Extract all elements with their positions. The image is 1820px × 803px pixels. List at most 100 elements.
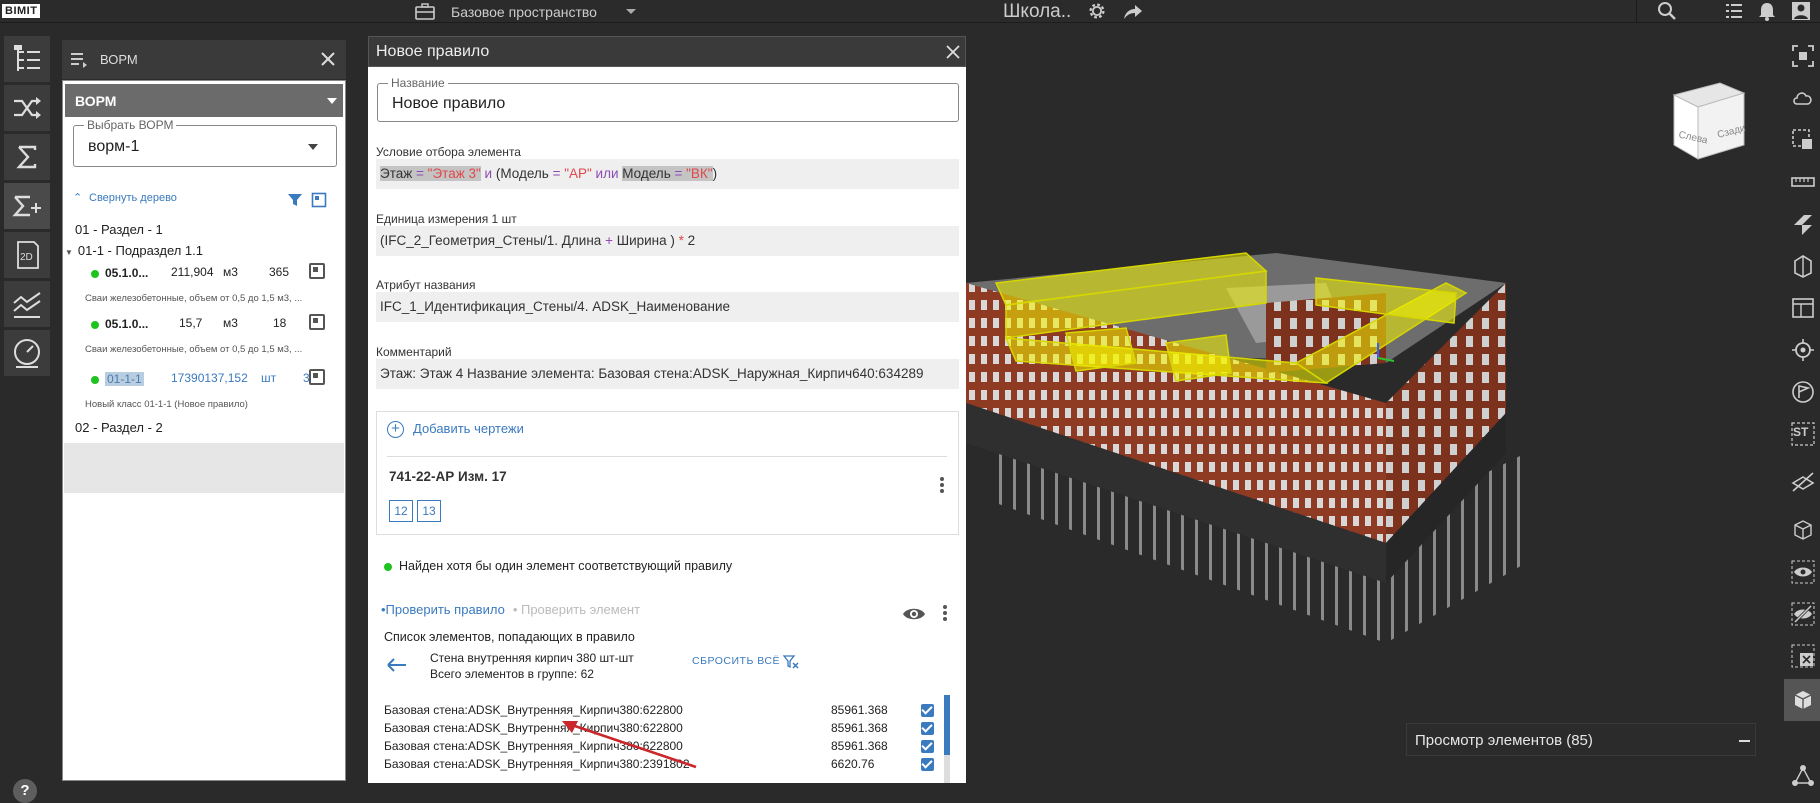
shuffle-tool[interactable] [4,85,50,131]
tree-subsection[interactable]: ▼ 01-1 - Подраздел 1.1 [65,243,203,258]
condition-label: Условие отбора элемента [376,145,521,159]
notifications-icon[interactable] [1756,0,1778,22]
close-icon[interactable] [318,49,338,69]
cond-value: "Этаж 3" [427,166,481,181]
gauge-tool[interactable] [4,330,50,376]
2d-tool[interactable]: 2D [4,232,50,278]
list-menu-icon [71,53,87,68]
status-dot [91,375,99,384]
view-cube[interactable]: Слева Сзади [1666,79,1750,183]
row-select-icon[interactable] [309,369,325,385]
flag-icon[interactable] [1790,379,1816,405]
element-checkbox[interactable] [921,722,934,735]
tab-check-element[interactable]: • Проверить элемент [513,602,640,617]
sheet-button[interactable]: 12 [389,500,413,522]
hide-eye-icon[interactable] [1790,601,1816,627]
network-icon[interactable] [1790,763,1816,789]
vorm-panel-title: ВОРМ [100,52,138,67]
chevron-down-icon[interactable] [622,4,640,18]
user-icon[interactable] [1790,0,1812,22]
sum-tool[interactable] [4,134,50,180]
ruler-icon[interactable] [1790,169,1816,195]
tree-section-2[interactable]: 02 - Раздел - 2 [75,420,163,435]
left-toolbar: 2D ? [0,23,56,803]
add-drawings-button[interactable]: + Добавить чертежи [387,421,524,439]
element-value: 85961.368 [831,721,888,735]
floor-plan-icon[interactable] [1790,295,1816,321]
chevron-down-icon [327,98,337,104]
element-value: 6620.76 [831,757,875,771]
more-vertical-icon[interactable] [942,604,948,622]
clear-filter-icon[interactable] [782,654,800,670]
cond-token: Этаж [380,166,413,181]
share-icon[interactable] [1121,1,1145,23]
isolate-icon[interactable] [1790,643,1816,669]
arrow-left-icon[interactable] [386,657,408,673]
tree-row-code[interactable]: 05.1.0... [91,266,148,280]
building-model[interactable] [966,243,1566,673]
cube-outline-icon[interactable] [1790,517,1816,543]
rule-name-field[interactable]: Название Новое правило [377,76,959,122]
minimize-icon[interactable] [1739,740,1750,742]
panel-toggle-icon[interactable] [311,192,327,208]
section-text-icon[interactable]: ST [1790,421,1816,447]
help-button[interactable]: ? [13,779,37,803]
chart-tool[interactable] [4,281,50,327]
tree-structure-tool[interactable] [4,36,50,82]
section-box-icon[interactable] [1790,253,1816,279]
sigma-icon [16,145,37,169]
vorm-select[interactable]: Выбрать ВОРМ ворм-1 [73,118,337,167]
row-select-icon[interactable] [309,263,325,279]
search-icon[interactable] [1656,0,1678,22]
space-selector[interactable]: Базовое пространство [451,4,597,20]
select-area-icon[interactable] [1790,127,1816,153]
cloud-icon[interactable] [1790,85,1816,111]
element-checkbox[interactable] [921,758,934,771]
row-select-icon[interactable] [309,314,325,330]
sheet-button[interactable]: 13 [417,500,441,522]
row-code-text: 05.1.0... [105,266,149,280]
formula-part: Ширина ) [612,233,679,248]
fit-view-icon[interactable] [1790,43,1816,69]
element-checkbox[interactable] [921,704,934,717]
row-value: 211,904 [171,265,214,279]
elements-view-tool[interactable] [1784,679,1820,721]
tab-check-rule[interactable]: •Проверить правило [381,602,505,617]
rule-dialog-header: Новое правило [368,36,966,67]
gear-icon[interactable] [1085,0,1109,22]
row-value: 15,7 [179,316,203,330]
reset-all-button[interactable]: СБРОСИТЬ ВСЁ [692,655,780,667]
tree-row-code[interactable]: 01-1-1 [91,372,144,386]
more-vertical-icon[interactable] [939,476,945,494]
scrollbar-thumb[interactable] [944,695,950,755]
row-description: Сваи железобетонные, объем от 0,5 до 1,5… [85,293,303,304]
unit-label: Единица измерения 1 шт [376,212,517,226]
target-icon[interactable] [1790,337,1816,363]
close-icon[interactable] [944,43,962,61]
tree-section-1[interactable]: 01 - Раздел - 1 [75,222,163,237]
eye-icon[interactable] [902,605,926,623]
condition-field[interactable]: Этаж = "Этаж 3" и (Модель = "АР" или Мод… [376,159,959,189]
unit-formula-field[interactable]: (IFC_2_Геометрия_Стены/1. Длина + Ширина… [376,226,959,256]
shuffle-icon [14,97,41,119]
vorm-dropdown-bar[interactable]: ВОРМ [65,84,343,117]
formula-part: 2 [683,233,696,248]
sum-plus-tool[interactable] [4,183,50,229]
list-icon[interactable] [1723,0,1745,22]
section-plane-icon[interactable] [1790,211,1816,237]
3d-viewport[interactable]: Слева Сзади [966,23,1784,793]
comment-field[interactable]: Этаж: Этаж 4 Название элемента: Базовая … [376,359,959,389]
group-count: Всего элементов в группе: 62 [430,667,594,681]
collapse-tree-button[interactable]: ⌃ Свернуть дерево [73,191,177,204]
show-eye-icon[interactable] [1790,559,1816,585]
tree-row-selected[interactable] [64,443,344,493]
briefcase-icon[interactable] [414,2,436,21]
element-checkbox[interactable] [921,740,934,753]
formula-part: (IFC_2_Геометрия_Стены/1. Длина [380,233,606,248]
tree-row-code[interactable]: 05.1.0... [91,317,148,331]
status-dot [384,562,392,571]
filter-icon[interactable] [287,192,303,208]
attr-field[interactable]: IFC_1_Идентификация_Стены/4. ADSK_Наимен… [376,292,959,322]
elements-preview-bar[interactable]: Просмотр элементов (85) [1406,723,1756,756]
cut-plane-icon[interactable] [1790,469,1816,495]
